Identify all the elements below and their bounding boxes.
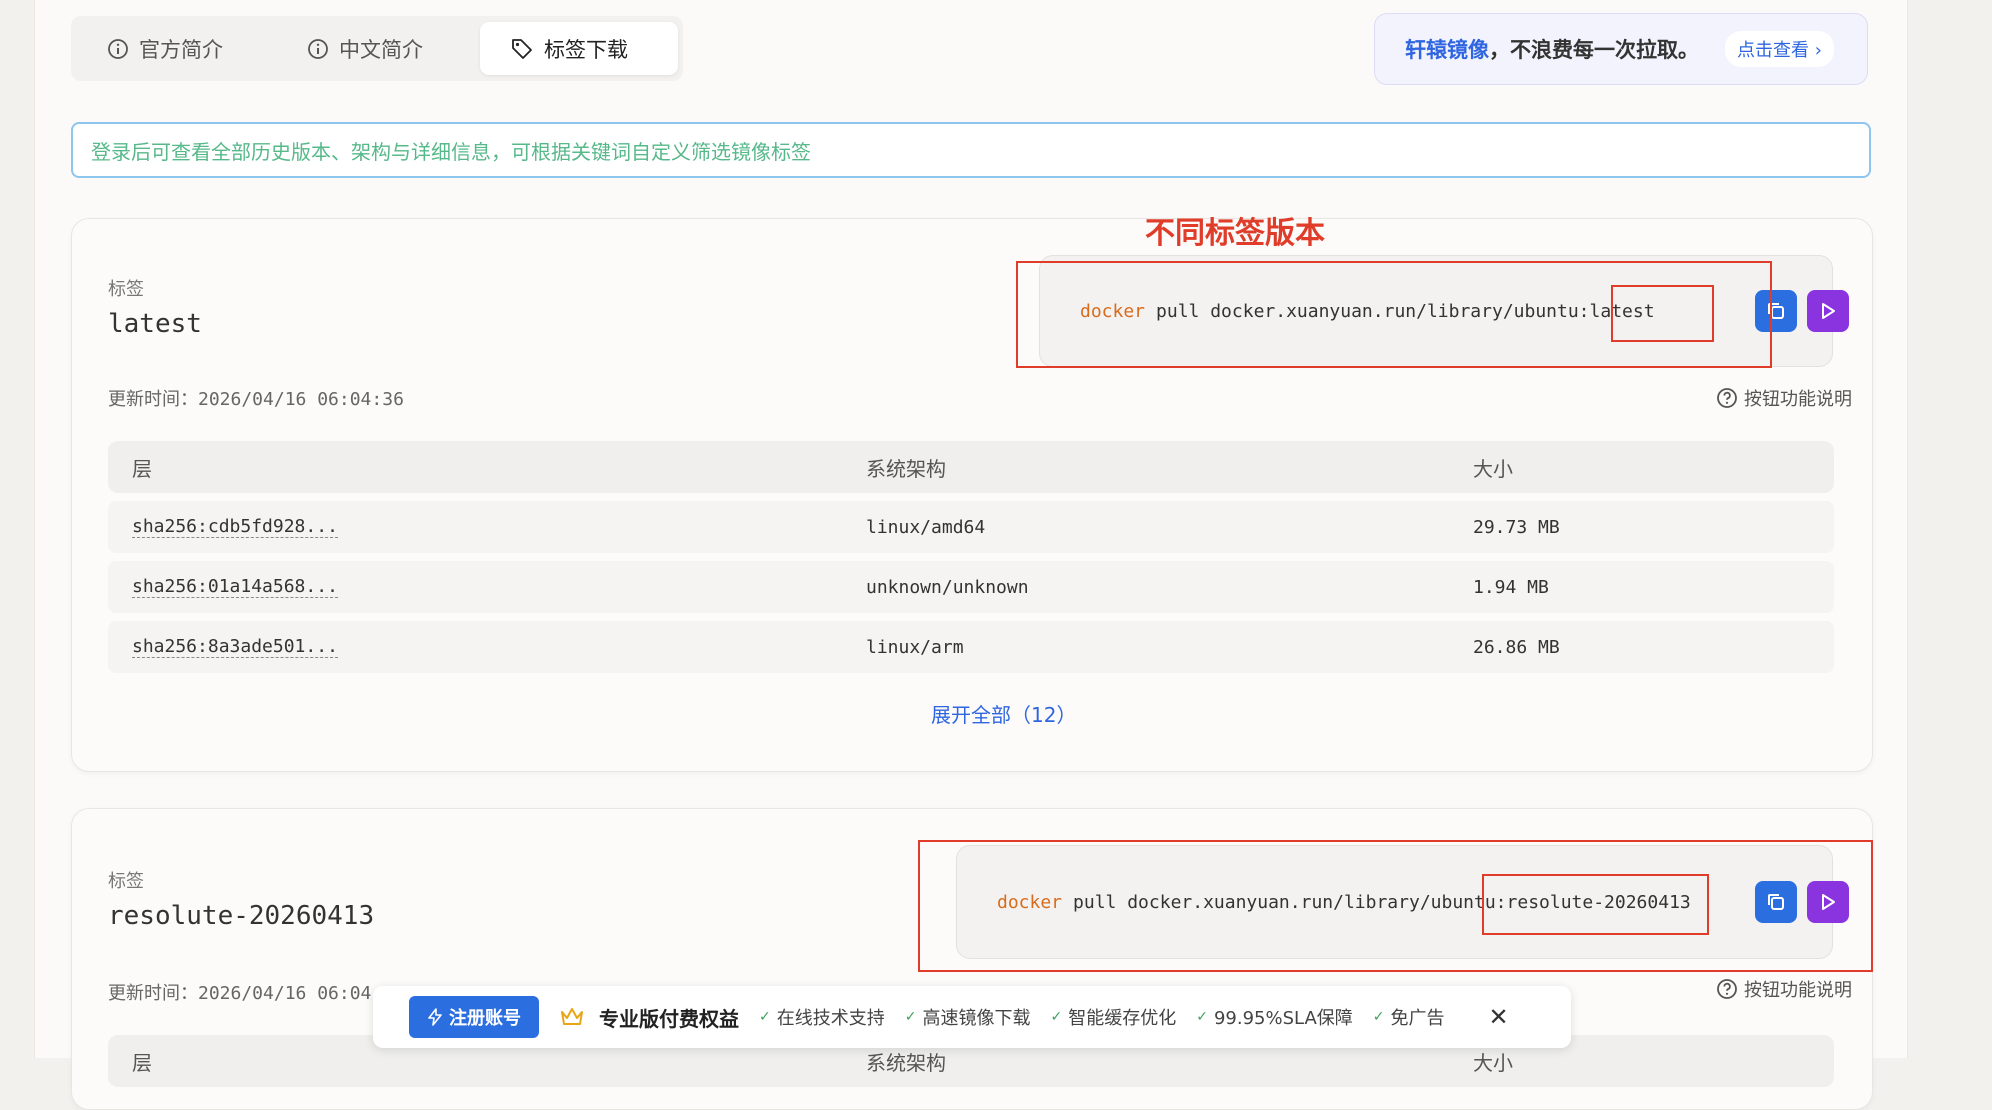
- col-size: 大小: [1473, 456, 1513, 481]
- annotation-box-tag: [1611, 285, 1714, 342]
- feature-item: ✓ 免广告: [1373, 1004, 1445, 1030]
- updated-time: 更新时间：2026/04/16 06:04:36: [108, 979, 404, 1005]
- feature-label: 在线技术支持: [776, 1008, 885, 1029]
- tag-icon: [512, 38, 532, 59]
- col-layer: 层: [132, 456, 152, 481]
- check-circle-icon: ✓: [1196, 1009, 1208, 1025]
- question-circle-icon: [1717, 979, 1737, 999]
- tab-official-intro[interactable]: 官方简介: [77, 22, 277, 75]
- tag-name: latest: [108, 309, 202, 339]
- promo-text: ，不浪费每一次拉取。: [1489, 38, 1699, 62]
- check-circle-icon: ✓: [1050, 1009, 1063, 1025]
- pro-benefits-bar: 注册账号 专业版付费权益 ✓ 在线技术支持 ✓ 高速镜像下载 ✓ 智能缓存优化 ✓ 99…: [373, 986, 1571, 1048]
- layer-size: 26.86 MB: [1473, 636, 1560, 658]
- tab-label: 标签下载: [544, 37, 628, 62]
- feature-label: 99.95%SLA保障: [1213, 1008, 1353, 1029]
- feature-label: 高速镜像下载: [922, 1008, 1031, 1029]
- tag-label: 标签: [108, 871, 144, 892]
- layer-digest[interactable]: sha256:cdb5fd928...: [132, 516, 338, 538]
- layer-digest[interactable]: sha256:8a3ade501...: [132, 636, 338, 658]
- col-arch: 系统架构: [866, 456, 946, 481]
- layer-arch: linux/amd64: [866, 516, 986, 538]
- table-row: sha256:01a14a568... unknown/unknown 1.94…: [108, 561, 1834, 613]
- tab-chinese-intro[interactable]: 中文简介: [277, 22, 477, 75]
- play-icon: [1822, 303, 1835, 319]
- table-header: 层 系统架构 大小: [108, 441, 1834, 493]
- layer-arch: linux/arm: [866, 636, 964, 658]
- check-circle-icon: ✓: [904, 1009, 917, 1025]
- tab-tag-download[interactable]: 标签下载: [480, 22, 678, 75]
- tab-label: 中文简介: [339, 37, 423, 62]
- promo-view-link[interactable]: 点击查看 ›: [1725, 31, 1834, 67]
- info-circle-icon: [108, 38, 128, 59]
- feature-label: 免广告: [1390, 1008, 1445, 1029]
- layer-digest[interactable]: sha256:01a14a568...: [132, 576, 338, 598]
- promo-link-label: 点击查看: [1737, 40, 1809, 61]
- table-row: sha256:8a3ade501... linux/arm 26.86 MB: [108, 621, 1834, 673]
- pro-title: 专业版付费权益: [599, 1006, 739, 1031]
- tag-filter-placeholder: 登录后可查看全部历史版本、架构与详细信息，可根据关键词自定义筛选镜像标签: [91, 139, 811, 164]
- layer-size: 1.94 MB: [1473, 576, 1549, 598]
- layer-arch: unknown/unknown: [866, 576, 1029, 598]
- promo-banner: 轩辕镜像 ，不浪费每一次拉取。 点击查看 ›: [1374, 13, 1868, 85]
- table-row: sha256:cdb5fd928... linux/amd64 29.73 MB: [108, 501, 1834, 553]
- promo-brand: 轩辕镜像: [1405, 38, 1489, 62]
- tab-label: 官方简介: [139, 37, 223, 62]
- help-label: 按钮功能说明: [1744, 389, 1852, 410]
- updated-label: 更新时间：: [108, 389, 198, 410]
- layers-table: 层 系统架构 大小 sha256:cdb5fd928... linux/amd6…: [108, 441, 1834, 673]
- register-button[interactable]: 注册账号: [409, 996, 539, 1038]
- button-help-link[interactable]: 按钮功能说明: [1716, 385, 1852, 411]
- feature-item: ✓ 99.95%SLA保障: [1196, 1004, 1353, 1030]
- updated-value: 2026/04/16 06:04:36: [198, 389, 404, 410]
- lightning-icon: [428, 1008, 442, 1026]
- updated-label: 更新时间：: [108, 983, 198, 1004]
- chevron-right-icon: ›: [1814, 40, 1822, 61]
- feature-label: 智能缓存优化: [1068, 1008, 1177, 1029]
- tag-name: resolute-20260413: [108, 901, 375, 931]
- updated-time: 更新时间：2026/04/16 06:04:36: [108, 385, 404, 411]
- layer-size: 29.73 MB: [1473, 516, 1560, 538]
- annotation-label: 不同标签版本: [1145, 216, 1325, 251]
- info-circle-icon: [308, 38, 328, 59]
- feature-item: ✓ 高速镜像下载: [905, 1004, 1031, 1030]
- col-layer: 层: [132, 1050, 152, 1075]
- page: 官方简介 中文简介 标签下载 轩辕镜像 ，不浪费每一次拉取。 点击查看 › 登录…: [34, 0, 1908, 1110]
- run-button[interactable]: [1807, 290, 1849, 332]
- tag-label: 标签: [108, 279, 144, 300]
- crown-icon: [561, 1008, 583, 1025]
- annotation-box-tag: [1482, 874, 1709, 935]
- button-help-link[interactable]: 按钮功能说明: [1716, 976, 1852, 1002]
- expand-all-link[interactable]: 展开全部（12）: [931, 699, 1076, 728]
- tag-filter-input[interactable]: 登录后可查看全部历史版本、架构与详细信息，可根据关键词自定义筛选镜像标签: [71, 122, 1871, 178]
- register-label: 注册账号: [449, 1008, 521, 1029]
- check-circle-icon: ✓: [1372, 1009, 1385, 1025]
- close-icon[interactable]: ✕: [1489, 1003, 1509, 1031]
- feature-item: ✓ 在线技术支持: [759, 1004, 885, 1030]
- tab-bar: 官方简介 中文简介 标签下载: [71, 16, 683, 81]
- feature-item: ✓ 智能缓存优化: [1050, 1004, 1176, 1030]
- help-label: 按钮功能说明: [1744, 980, 1852, 1001]
- annotation-box-command: [918, 840, 1873, 972]
- check-circle-icon: ✓: [759, 1009, 771, 1025]
- question-circle-icon: [1717, 388, 1737, 408]
